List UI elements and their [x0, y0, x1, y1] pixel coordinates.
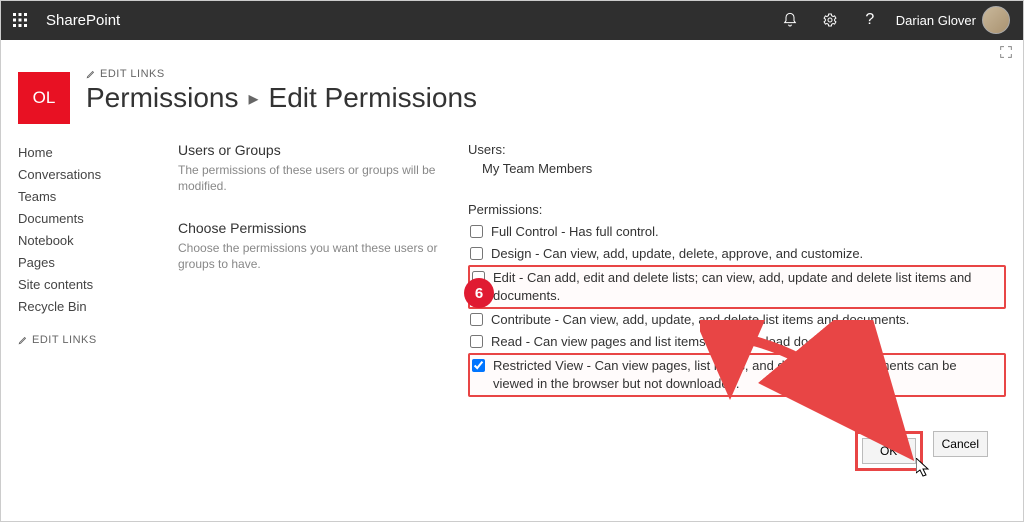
ok-highlight-box: OK [855, 431, 923, 471]
perm-checkbox-restricted-view[interactable] [472, 359, 485, 372]
perm-row-full-control: Full Control - Has full control. [468, 221, 1006, 243]
nav-documents[interactable]: Documents [18, 208, 178, 230]
nav-site-contents[interactable]: Site contents [18, 274, 178, 296]
nav-teams[interactable]: Teams [18, 186, 178, 208]
nav-recycle-bin[interactable]: Recycle Bin [18, 296, 178, 318]
nav-notebook[interactable]: Notebook [18, 230, 178, 252]
question-icon: ? [865, 11, 874, 29]
breadcrumb-separator: ▸ [248, 86, 258, 111]
users-field-label: Users: [468, 142, 1006, 157]
ok-button[interactable]: OK [862, 438, 916, 464]
app-launcher-button[interactable] [0, 0, 40, 40]
cancel-button[interactable]: Cancel [933, 431, 988, 457]
perm-label: Restricted View - Can view pages, list i… [493, 357, 1000, 393]
perm-label: Contribute - Can view, add, update, and … [491, 311, 909, 329]
suite-bar: SharePoint ? Darian Glover [0, 0, 1024, 40]
page-header: OL EDIT LINKS Permissions ▸ Edit Permiss… [0, 66, 1024, 124]
notifications-button[interactable] [770, 0, 810, 40]
perms-section-desc: Choose the permissions you want these us… [178, 240, 448, 272]
annotation-step-badge: 6 [464, 278, 494, 308]
bell-icon [782, 12, 798, 28]
form-column: Users: My Team Members Permissions: Full… [468, 142, 1006, 471]
help-button[interactable]: ? [850, 0, 890, 40]
page-title: Edit Permissions [269, 82, 478, 114]
settings-button[interactable] [810, 0, 850, 40]
pencil-icon [86, 69, 96, 79]
avatar[interactable] [982, 6, 1010, 34]
gear-icon [822, 12, 838, 28]
users-section-desc: The permissions of these users or groups… [178, 162, 448, 194]
perm-label: Full Control - Has full control. [491, 223, 659, 241]
perm-row-contribute: Contribute - Can view, add, update, and … [468, 309, 1006, 331]
sections-column: Users or Groups The permissions of these… [178, 142, 468, 471]
focus-bar [0, 40, 1024, 66]
focus-icon [998, 44, 1014, 60]
edit-links-label: EDIT LINKS [100, 68, 165, 80]
users-section-title: Users or Groups [178, 142, 448, 158]
perm-checkbox-design[interactable] [470, 247, 483, 260]
user-name[interactable]: Darian Glover [896, 13, 976, 28]
edit-links-top[interactable]: EDIT LINKS [86, 68, 165, 80]
perm-checkbox-full-control[interactable] [470, 225, 483, 238]
edit-links-side-label: EDIT LINKS [32, 334, 97, 346]
users-field-value: My Team Members [482, 161, 1006, 176]
nav-home[interactable]: Home [18, 142, 178, 164]
left-nav: Home Conversations Teams Documents Noteb… [18, 142, 178, 471]
perm-label: Edit - Can add, edit and delete lists; c… [493, 269, 1000, 305]
brand-title: SharePoint [46, 12, 120, 29]
button-row: OK Cancel [468, 431, 1006, 471]
breadcrumb-root[interactable]: Permissions [86, 82, 238, 114]
perm-row-restricted-view: Restricted View - Can view pages, list i… [468, 353, 1006, 397]
nav-conversations[interactable]: Conversations [18, 164, 178, 186]
perm-label: Design - Can view, add, update, delete, … [491, 245, 863, 263]
waffle-icon [12, 12, 28, 28]
permissions-field-label: Permissions: [468, 202, 1006, 217]
site-logo[interactable]: OL [18, 72, 70, 124]
perm-checkbox-read[interactable] [470, 335, 483, 348]
perm-row-edit: Edit - Can add, edit and delete lists; c… [468, 265, 1006, 309]
perm-row-read: Read - Can view pages and list items and… [468, 331, 1006, 353]
perms-section-title: Choose Permissions [178, 220, 448, 236]
nav-pages[interactable]: Pages [18, 252, 178, 274]
perm-row-design: Design - Can view, add, update, delete, … [468, 243, 1006, 265]
edit-links-side[interactable]: EDIT LINKS [18, 334, 97, 346]
pencil-icon [18, 335, 28, 345]
perm-checkbox-contribute[interactable] [470, 313, 483, 326]
focus-mode-button[interactable] [998, 44, 1014, 63]
perm-label: Read - Can view pages and list items and… [491, 333, 861, 351]
